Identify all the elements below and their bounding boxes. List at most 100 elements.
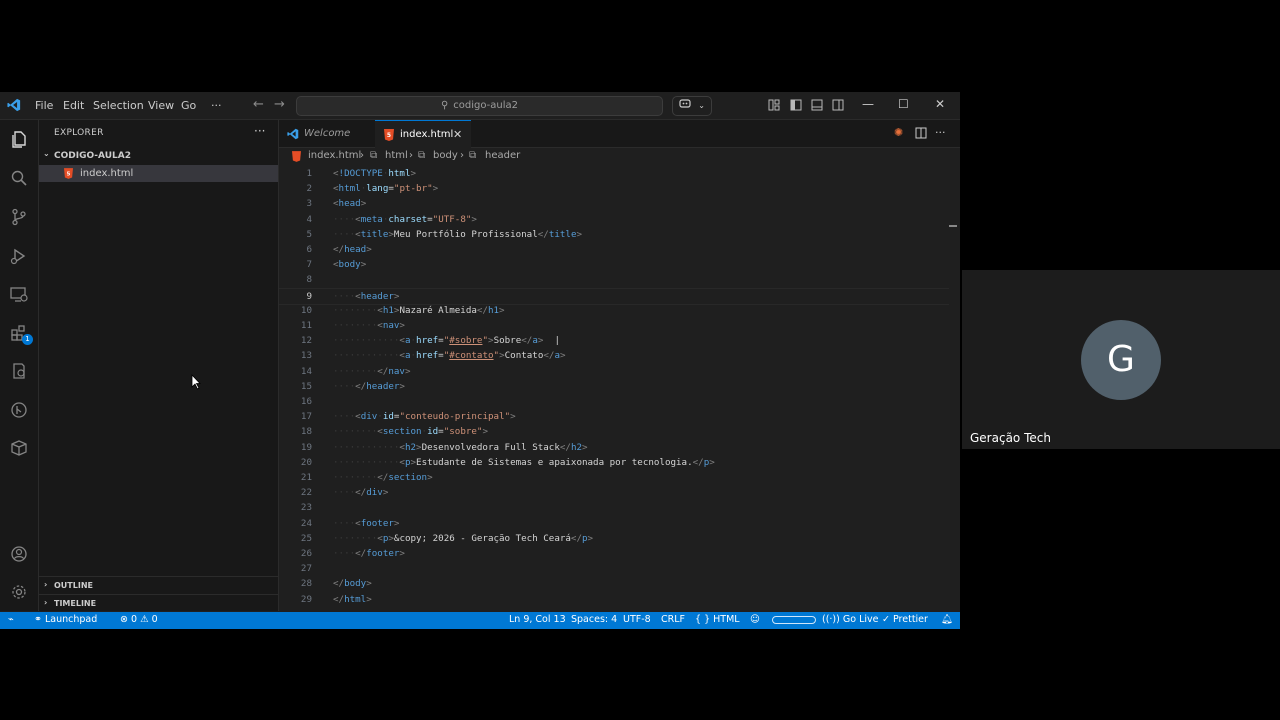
indentation[interactable]: Spaces: 4	[571, 614, 617, 625]
tab-label: Welcome	[304, 128, 351, 139]
tab-welcome[interactable]: Welcome	[279, 120, 376, 147]
code-line[interactable]: 24 ····<footer>	[279, 516, 949, 531]
code-line[interactable]: 23	[279, 500, 949, 515]
menu-file[interactable]: File	[35, 99, 53, 112]
prettier-button[interactable]: ✓ Prettier	[882, 614, 928, 625]
copilot-status-icon[interactable]: ☺	[750, 614, 760, 625]
bell-icon[interactable]: 🔔︎	[941, 614, 953, 625]
code-line[interactable]: 3 <head>	[279, 196, 949, 211]
extensions-icon[interactable]: 1	[9, 323, 33, 345]
code-line[interactable]: 12 ············<a·href="#sobre">Sobre</a>…	[279, 333, 949, 348]
tab-close-icon[interactable]: ✕	[453, 121, 462, 148]
code-line[interactable]: 14 ········</nav>	[279, 364, 949, 379]
breadcrumb-header[interactable]: header	[485, 150, 520, 161]
menu-selection[interactable]: Selection	[93, 99, 144, 112]
extensions-badge: 1	[22, 334, 33, 345]
command-center-search[interactable]: ⚲ codigo-aula2	[296, 96, 663, 116]
toggle-sidebar-icon[interactable]	[790, 99, 802, 111]
launchpad-item[interactable]: ⚭ Launchpad	[34, 614, 97, 625]
nav-forward-icon[interactable]: →	[274, 97, 285, 112]
remote-indicator-icon[interactable]: ⌁	[8, 614, 14, 625]
menu-view[interactable]: View	[148, 99, 174, 112]
svg-text:5: 5	[387, 132, 391, 139]
encoding[interactable]: UTF-8	[623, 614, 651, 625]
code-line[interactable]: 13 ············<a·href="#contato">Contato…	[279, 348, 949, 363]
nav-back-icon[interactable]: ←	[253, 97, 264, 112]
tab-index-html[interactable]: 5 index.html ✕	[375, 120, 471, 149]
code-text: </html>	[333, 593, 372, 605]
outline-section[interactable]: › OUTLINE	[39, 576, 278, 594]
outline-label: OUTLINE	[54, 581, 93, 590]
code-line[interactable]: 5 ····<title>Meu Portfólio Profissional</…	[279, 227, 949, 242]
testing-icon[interactable]	[9, 361, 29, 381]
menu-edit[interactable]: Edit	[63, 99, 84, 112]
menu-go[interactable]: Go	[181, 99, 196, 112]
activity-bar: 1	[0, 120, 39, 611]
code-line[interactable]: 8	[279, 272, 949, 287]
split-editor-icon[interactable]	[915, 127, 927, 139]
maximize-icon[interactable]: ☐	[898, 97, 909, 111]
code-line[interactable]: 1 <!DOCTYPE·html>	[279, 166, 949, 181]
account-icon[interactable]	[9, 544, 29, 564]
code-line[interactable]: 2 <html·lang="pt-br">	[279, 181, 949, 196]
code-line[interactable]: 25 ········<p>&copy; 2026 - Geração Tech …	[279, 531, 949, 546]
code-line[interactable]: 6 </head>	[279, 242, 949, 257]
code-line[interactable]: 29 </html>	[279, 592, 949, 607]
code-line[interactable]: 20 ············<p>Estudante de Sistemas e…	[279, 455, 949, 470]
line-ending[interactable]: CRLF	[661, 614, 685, 625]
breadcrumb-html[interactable]: html	[385, 150, 408, 161]
code-line[interactable]: 11 ········<nav>	[279, 318, 949, 333]
run-debug-icon[interactable]	[9, 246, 29, 266]
customize-layout-icon[interactable]	[768, 99, 780, 111]
line-number: 10	[300, 304, 312, 316]
remote-explorer-icon[interactable]	[9, 284, 29, 304]
folder-codigo-aula2[interactable]: ⌄ CODIGO-AULA2	[39, 148, 278, 164]
search-icon[interactable]	[9, 168, 29, 188]
toggle-panel-icon[interactable]	[811, 99, 823, 111]
cursor-position[interactable]: Ln 9, Col 13	[509, 614, 566, 625]
code-line[interactable]: 27	[279, 561, 949, 576]
language-label: HTML	[713, 614, 740, 625]
code-text: ············<a·href="#contato">Contato</…	[333, 350, 566, 362]
line-number: 17	[300, 411, 312, 423]
code-line[interactable]: 17 ····<div·id="conteudo-principal">	[279, 409, 949, 424]
line-number: 2	[306, 183, 312, 195]
code-line[interactable]: 19 ············<h2>Desenvolvedora Full St…	[279, 440, 949, 455]
problems-item[interactable]: ⊗ 0 ⚠ 0	[120, 614, 158, 625]
language-mode[interactable]: { } HTML	[695, 614, 740, 625]
timeline-section[interactable]: › TIMELINE	[39, 594, 278, 612]
live-preview-icon[interactable]: ✺	[894, 126, 903, 139]
code-line[interactable]: 15 ····</header>	[279, 379, 949, 394]
code-line[interactable]: 16	[279, 394, 949, 409]
git-graph-icon[interactable]	[9, 400, 29, 420]
code-line[interactable]: 22 ····</div>	[279, 485, 949, 500]
copilot-button[interactable]: ⌄	[672, 96, 712, 116]
toggle-secondary-sidebar-icon[interactable]	[832, 99, 844, 111]
breadcrumb-body[interactable]: body	[433, 150, 458, 161]
containers-icon[interactable]	[9, 438, 29, 458]
explorer-more-button[interactable]: ···	[254, 124, 265, 138]
code-line[interactable]: 26 ····</footer>	[279, 546, 949, 561]
code-line[interactable]: 10 ········<h1>Nazaré Almeida</h1>	[279, 303, 949, 318]
line-number: 29	[300, 593, 312, 605]
code-editor[interactable]: 1 <!DOCTYPE·html> 2 <html·lang="pt-br"> 3 <he…	[279, 164, 960, 611]
settings-gear-icon[interactable]	[9, 582, 29, 602]
menu-more[interactable]: ···	[211, 99, 222, 112]
code-line[interactable]: 21 ········</section>	[279, 470, 949, 485]
line-number: 25	[300, 532, 312, 544]
code-line[interactable]: 4 ····<meta·charset="UTF-8">	[279, 212, 949, 227]
go-live-button[interactable]: ((·)) Go Live	[822, 614, 878, 625]
minimize-icon[interactable]: —	[862, 97, 874, 111]
editor-more-button[interactable]: ···	[935, 126, 946, 139]
code-line[interactable]: 18 ········<section·id="sobre">	[279, 424, 949, 439]
line-number: 4	[306, 213, 312, 225]
code-line[interactable]: 28 </body>	[279, 576, 949, 591]
line-number: 11	[300, 320, 312, 331]
breadcrumb-file[interactable]: index.html	[308, 150, 361, 161]
file-index-html[interactable]: 5 index.html	[39, 165, 278, 182]
element-icon: ⧉	[370, 150, 378, 161]
explorer-icon[interactable]	[9, 129, 29, 149]
close-icon[interactable]: ✕	[935, 97, 945, 111]
code-line[interactable]: 7 <body>	[279, 257, 949, 272]
source-control-icon[interactable]	[9, 207, 29, 227]
